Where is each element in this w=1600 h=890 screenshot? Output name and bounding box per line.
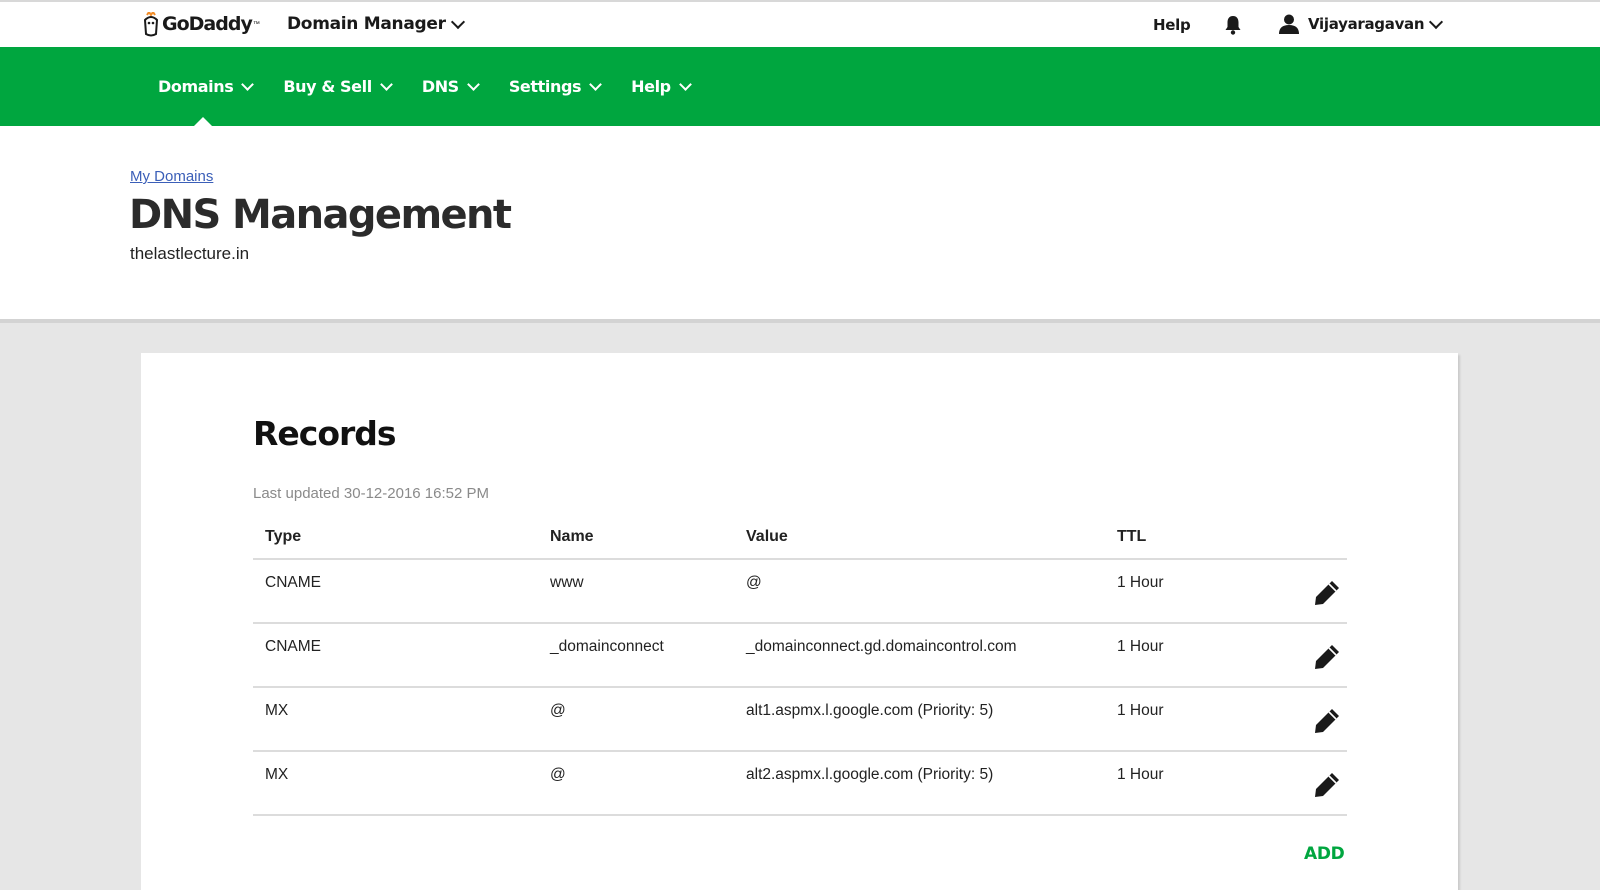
add-record-button[interactable]: ADD: [1304, 844, 1345, 864]
logo-wordmark: GoDaddy: [162, 13, 253, 35]
nav-label: Settings: [508, 77, 582, 96]
header-divider: [0, 319, 1600, 323]
column-header-value[interactable]: Value: [746, 528, 788, 546]
pencil-icon[interactable]: [1312, 706, 1342, 736]
record-value: alt2.aspmx.l.google.com (Priority: 5): [746, 766, 994, 783]
record-type: CNAME: [265, 638, 321, 655]
app-switcher-label: Domain Manager: [287, 14, 446, 34]
record-type: MX: [265, 766, 289, 783]
record-ttl: 1 Hour: [1117, 702, 1164, 719]
breadcrumb-my-domains[interactable]: My Domains: [130, 168, 213, 185]
column-header-ttl[interactable]: TTL: [1117, 528, 1146, 546]
nav-settings[interactable]: Settings: [508, 47, 603, 126]
record-ttl: 1 Hour: [1117, 766, 1164, 783]
record-ttl: 1 Hour: [1117, 638, 1164, 655]
nav-label: Buy & Sell: [283, 77, 372, 96]
chevron-down-icon: [241, 77, 255, 91]
chevron-down-icon: [379, 77, 393, 91]
table-row: MX @ alt2.aspmx.l.google.com (Priority: …: [253, 752, 1347, 816]
records-table: Type Name Value TTL CNAME www @ 1 Hour C…: [253, 511, 1347, 816]
chevron-down-icon: [1429, 14, 1444, 29]
pencil-icon[interactable]: [1312, 770, 1342, 800]
records-card: Records Last updated 30-12-2016 16:52 PM…: [141, 353, 1458, 890]
nav-label: Help: [631, 77, 671, 96]
user-name: Vijayaragavan: [1308, 15, 1425, 33]
record-type: CNAME: [265, 574, 321, 591]
page-header: My Domains DNS Management thelastlecture…: [0, 126, 1600, 319]
record-name: www: [550, 574, 584, 591]
table-row: CNAME www @ 1 Hour: [253, 560, 1347, 624]
record-ttl: 1 Hour: [1117, 574, 1164, 591]
record-name: @: [550, 766, 566, 783]
user-menu[interactable]: Vijayaragavan: [1278, 13, 1444, 35]
top-bar: GoDaddy ™ Domain Manager Help Vijayaraga…: [0, 0, 1600, 47]
nav-dns[interactable]: DNS: [421, 47, 480, 126]
app-switcher-dropdown[interactable]: Domain Manager: [287, 14, 465, 34]
last-updated-text: Last updated 30-12-2016 16:52 PM: [253, 485, 490, 502]
table-row: CNAME _domainconnect _domainconnect.gd.d…: [253, 624, 1347, 688]
pencil-icon[interactable]: [1312, 578, 1342, 608]
nav-label: Domains: [158, 77, 234, 96]
pencil-icon[interactable]: [1312, 642, 1342, 672]
chevron-down-icon: [589, 77, 603, 91]
logo-trademark: ™: [252, 20, 260, 28]
chevron-down-icon: [678, 77, 692, 91]
godaddy-logo[interactable]: GoDaddy ™: [142, 8, 260, 40]
records-title: Records: [253, 414, 397, 453]
nav-buy-sell[interactable]: Buy & Sell: [283, 47, 393, 126]
bell-icon[interactable]: [1224, 14, 1242, 36]
domain-name: thelastlecture.in: [130, 244, 250, 263]
chevron-down-icon: [450, 14, 465, 29]
nav-help[interactable]: Help: [631, 47, 692, 126]
main-nav: Domains Buy & Sell DNS Settings Help: [0, 47, 1600, 126]
record-value: alt1.aspmx.l.google.com (Priority: 5): [746, 702, 994, 719]
page-title: DNS Management: [129, 192, 512, 238]
user-icon: [1279, 14, 1299, 34]
active-nav-indicator: [194, 117, 212, 126]
chevron-down-icon: [466, 77, 480, 91]
record-name: _domainconnect: [550, 638, 664, 655]
record-type: MX: [265, 702, 289, 719]
record-value: _domainconnect.gd.domaincontrol.com: [746, 638, 1017, 655]
nav-domains[interactable]: Domains: [158, 47, 255, 126]
record-value: @: [746, 574, 762, 591]
record-name: @: [550, 702, 566, 719]
table-row: MX @ alt1.aspmx.l.google.com (Priority: …: [253, 688, 1347, 752]
column-header-type[interactable]: Type: [265, 528, 301, 546]
godaddy-guy-icon: [142, 10, 160, 37]
help-link[interactable]: Help: [1153, 16, 1191, 34]
nav-label: DNS: [421, 77, 459, 96]
table-header: Type Name Value TTL: [253, 511, 1347, 560]
column-header-name[interactable]: Name: [550, 528, 594, 546]
